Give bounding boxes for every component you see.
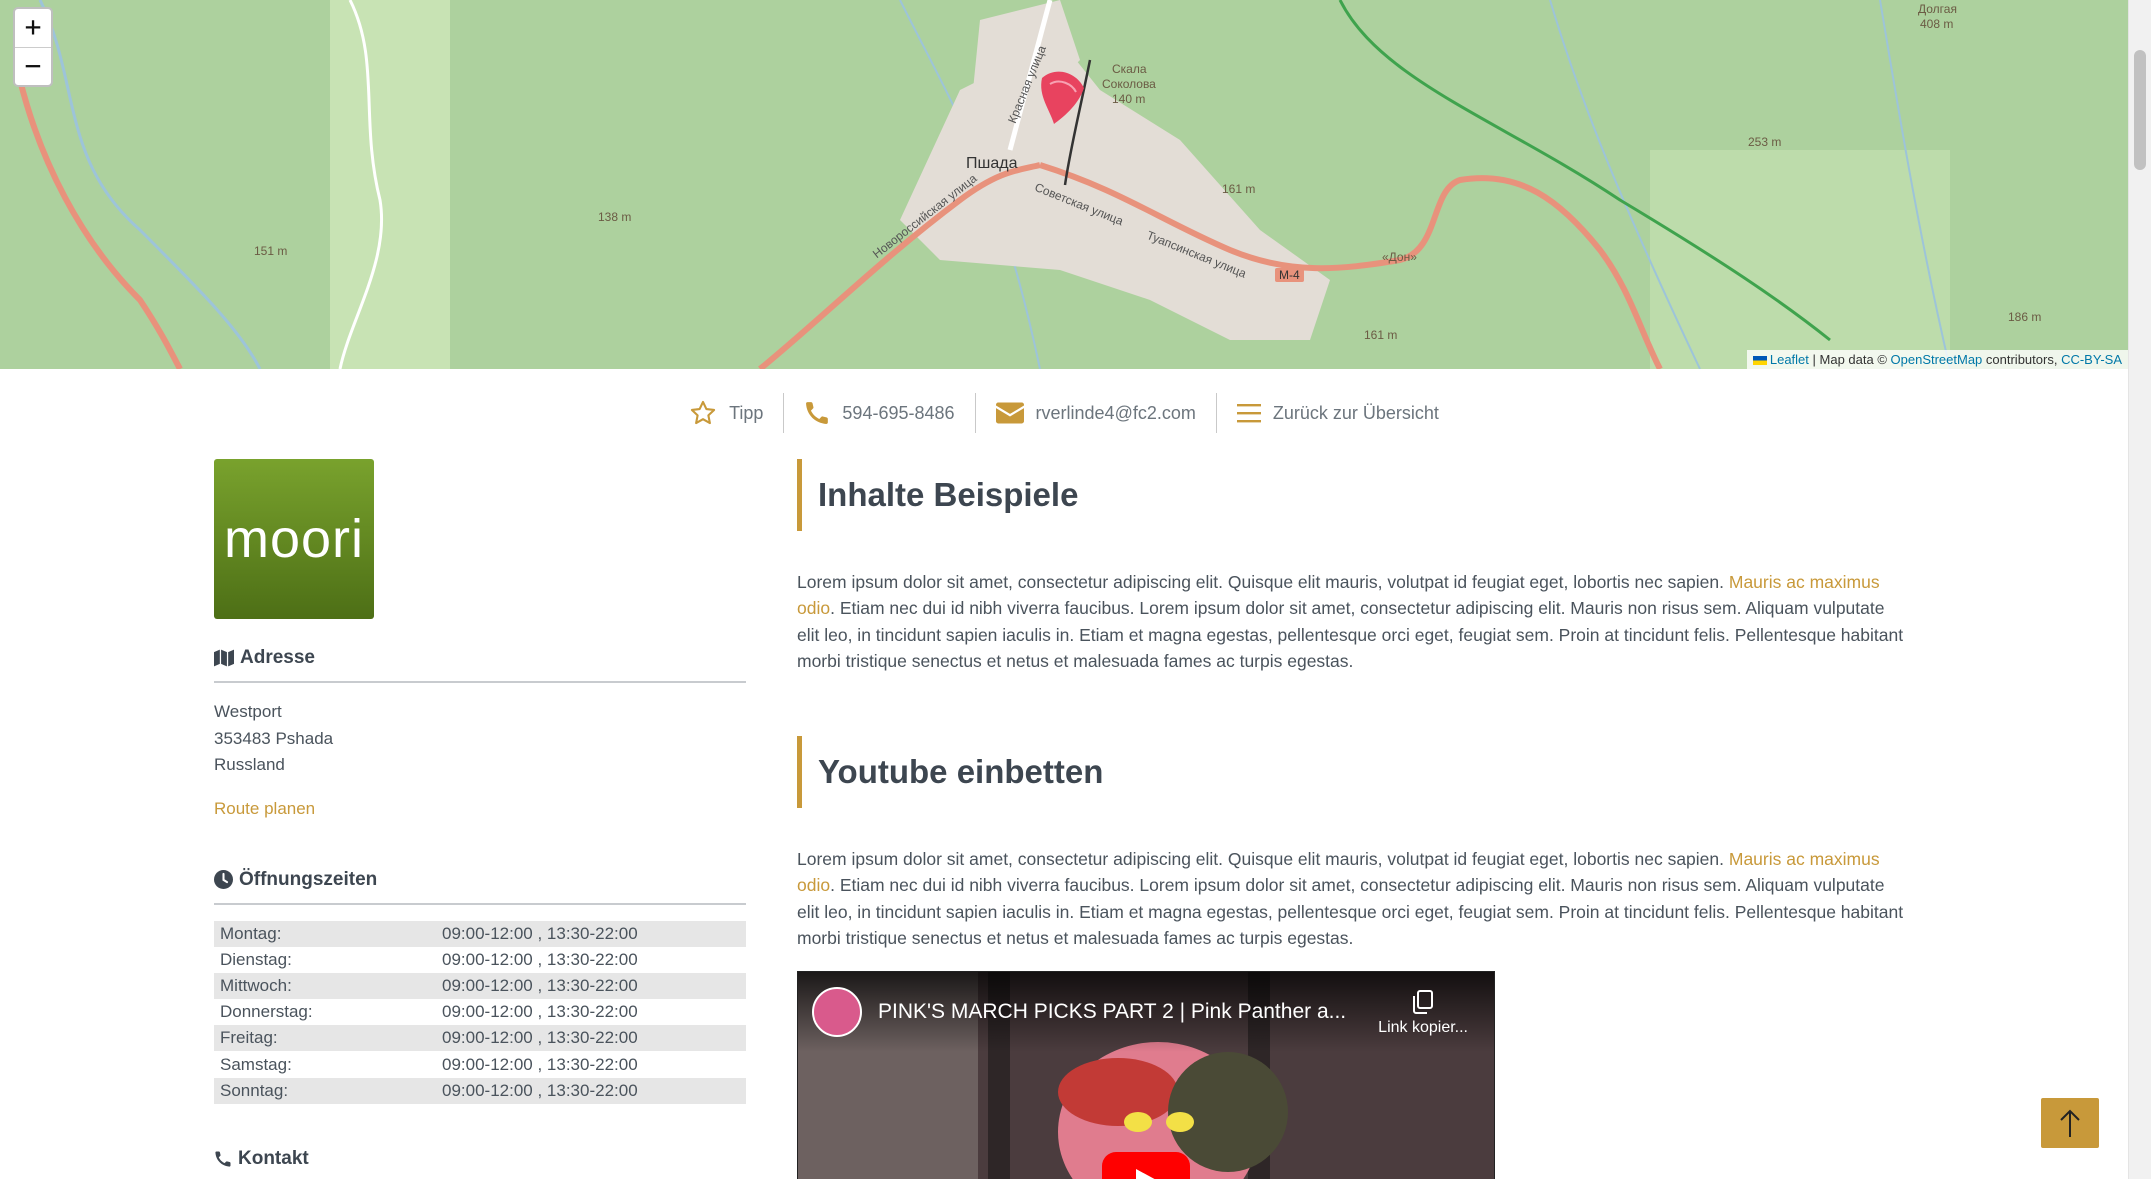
attribution-separator: | Map data © — [1808, 352, 1891, 367]
map-tiles — [0, 0, 2128, 369]
map-label-height-6: 161 m — [1364, 328, 1398, 342]
zoom-in-button[interactable]: + — [15, 9, 51, 47]
map-attribution: Leaflet | Map data © OpenStreetMap contr… — [1746, 350, 2128, 369]
hours-row: Sonntag: 09:00-12:00 , 13:30-22:00 — [214, 1077, 746, 1104]
envelope-icon — [995, 402, 1024, 424]
copy-icon — [1413, 990, 1434, 1014]
section-text-youtube: Lorem ipsum dolor sit amet, consectetur … — [797, 849, 1904, 949]
hours-time: 09:00-12:00 , 13:30-22:00 — [436, 1077, 746, 1104]
nav-back-label: Zurück zur Übersicht — [1272, 402, 1439, 423]
section-title-examples: Inhalte Beispiele — [797, 459, 1905, 531]
copy-link-label: Link kopier... — [1378, 1019, 1468, 1036]
hours-day: Freitag: — [214, 1025, 436, 1052]
copy-link-button[interactable]: Link kopier... — [1378, 990, 1468, 1037]
license-link[interactable]: CC-BY-SA — [2061, 352, 2122, 367]
hours-row: Dienstag: 09:00-12:00 , 13:30-22:00 — [214, 947, 746, 973]
hours-time: 09:00-12:00 , 13:30-22:00 — [442, 1054, 638, 1074]
nav-phone[interactable]: 594-695-8486 — [783, 393, 974, 433]
nav-email-label: rverlinde4@fc2.com — [1035, 402, 1196, 423]
hours-time: 09:00-12:00 , 13:30-22:00 — [436, 972, 746, 1000]
hours-day: Montag: — [214, 920, 436, 947]
hours-day: Samstag: — [220, 1054, 292, 1074]
map-label-town: Пшада — [966, 155, 1018, 172]
map-label-height-5: 186 m — [2008, 310, 2042, 324]
scroll-to-top-button[interactable] — [2041, 1098, 2099, 1148]
nav-back[interactable]: Zurück zur Übersicht — [1215, 393, 1459, 433]
nav-tip-label: Tipp — [729, 402, 764, 423]
page-scrollbar[interactable] — [2128, 0, 2151, 1179]
hours-day: Sonntag: — [214, 1077, 436, 1104]
hours-heading: Öffnungszeiten — [214, 869, 746, 905]
sidebar: moori Adresse Westport 353483 Pshada Rus… — [214, 459, 746, 1179]
osm-link[interactable]: OpenStreetMap — [1891, 352, 1983, 367]
opening-hours-table: Montag: 09:00-12:00 , 13:30-22:00 Diensta… — [214, 920, 746, 1104]
map-icon — [214, 649, 234, 667]
ukraine-flag-icon — [1752, 356, 1767, 365]
map-marker-icon[interactable] — [1036, 66, 1088, 126]
phone-icon — [806, 402, 829, 424]
nav-phone-label: 594-695-8486 — [842, 402, 955, 423]
section-title-youtube: Youtube einbetten — [797, 736, 1905, 809]
map-label-don: «Дон» — [1382, 250, 1417, 264]
address-line: Russland — [214, 755, 285, 774]
map-label-height-2: 138 m — [598, 210, 632, 224]
map-label-rock: Скала — [1112, 62, 1147, 76]
hours-time: 09:00-12:00 , 13:30-22:00 — [442, 949, 638, 969]
list-icon — [1236, 404, 1261, 423]
map[interactable]: Пшада Скала Соколова 140 m Новороссийска… — [0, 0, 2128, 369]
star-icon — [690, 400, 716, 425]
map-label-height-4: 253 m — [1748, 135, 1782, 149]
map-label-peak-height: 408 m — [1920, 17, 1954, 31]
clock-icon — [214, 870, 233, 889]
attribution-contributors: contributors, — [1982, 352, 2062, 367]
youtube-embed[interactable]: PINK'S MARCH PICKS PART 2 | Pink Panther… — [797, 971, 1495, 1179]
map-label-rock-height: 140 m — [1112, 92, 1146, 106]
nav-email[interactable]: rverlinde4@fc2.com — [974, 393, 1216, 433]
map-label-road: M-4 — [1275, 268, 1304, 282]
main-content: Inhalte Beispiele Lorem ipsum dolor sit … — [797, 459, 1905, 1179]
map-label-peak: Долгая — [1918, 2, 1957, 16]
map-label-height-3: 151 m — [254, 244, 288, 258]
section-text-examples: Lorem ipsum dolor sit amet, consectetur … — [797, 572, 1904, 671]
hours-day: Dienstag: — [220, 949, 292, 969]
map-label-rock-name: Соколова — [1102, 77, 1156, 91]
video-title[interactable]: PINK'S MARCH PICKS PART 2 | Pink Panther… — [878, 1000, 1346, 1024]
scrollbar-thumb[interactable] — [2134, 50, 2146, 170]
hours-time: 09:00-12:00 , 13:30-22:00 — [436, 920, 746, 947]
hours-row: Mittwoch: 09:00-12:00 , 13:30-22:00 — [214, 972, 746, 1000]
detail-nav: Tipp 594-695-8486 rverlinde4@fc2.com Zur… — [0, 393, 2128, 433]
hours-day: Mittwoch: — [214, 972, 436, 1000]
hours-row: Donnerstag: 09:00-12:00 , 13:30-22:00 — [214, 999, 746, 1025]
channel-avatar[interactable] — [812, 987, 862, 1037]
nav-tip[interactable]: Tipp — [669, 393, 783, 433]
hours-row: Samstag: 09:00-12:00 , 13:30-22:00 — [214, 1051, 746, 1077]
hours-row: Freitag: 09:00-12:00 , 13:30-22:00 — [214, 1025, 746, 1052]
map-label-height-1: 161 m — [1222, 182, 1256, 196]
hours-time: 09:00-12:00 , 13:30-22:00 — [442, 1002, 638, 1022]
route-plan-link[interactable]: Route planen — [214, 799, 746, 819]
leaflet-link[interactable]: Leaflet — [1770, 352, 1809, 367]
logo-text: moori — [223, 509, 365, 569]
zoom-control: + − — [13, 7, 53, 87]
address-heading: Adresse — [214, 647, 746, 683]
address-line: 353483 Pshada — [214, 728, 334, 748]
address-line: Westport — [214, 702, 282, 721]
company-logo: moori — [214, 459, 374, 619]
play-button[interactable] — [1102, 1152, 1190, 1179]
hours-day: Donnerstag: — [220, 1002, 313, 1022]
arrow-up-icon — [2060, 1109, 2080, 1137]
hours-time: 09:00-12:00 , 13:30-22:00 — [436, 1025, 746, 1052]
hours-row: Montag: 09:00-12:00 , 13:30-22:00 — [214, 920, 746, 947]
address-block: Westport 353483 Pshada Russland — [214, 699, 746, 779]
zoom-out-button[interactable]: − — [15, 47, 51, 85]
phone-icon — [215, 1151, 231, 1167]
contact-heading: Kontakt — [214, 1148, 746, 1179]
